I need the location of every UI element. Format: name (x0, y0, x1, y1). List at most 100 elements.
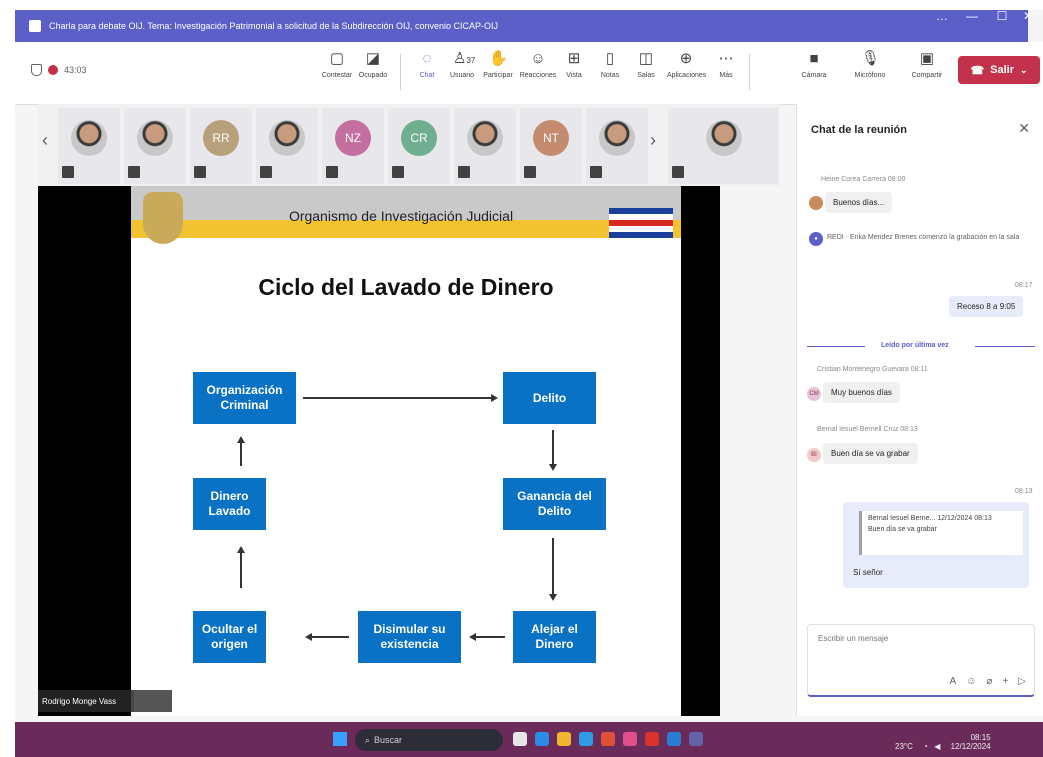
chat-panel: Chat de la reunión ✕ Heine Corea Carrera… (796, 104, 1043, 716)
people-button[interactable]: ♙37 Usuario (443, 50, 481, 79)
view-icon: ⊞ (567, 50, 581, 67)
close-window-button[interactable]: ✕ (1013, 0, 1043, 32)
quote-author: Bernal Iesuel Berne... 12/12/2024 08:13 (868, 515, 992, 522)
view-button[interactable]: ⊞ Vista (555, 50, 593, 79)
box-alejar-el-dinero: Alejar el Dinero (513, 611, 596, 663)
participant-tile[interactable] (668, 108, 778, 184)
participant-tile[interactable]: NT (520, 108, 582, 184)
file-explorer-icon[interactable] (557, 732, 571, 746)
participant-tile[interactable] (454, 108, 516, 184)
share-button[interactable]: ▣ Compartir (905, 50, 949, 79)
arrow-line (552, 538, 554, 596)
quoted-message: Bernal Iesuel Berne... 12/12/2024 08:13 … (859, 511, 1023, 555)
message-meta: Bernal Iesuel Bernell Cruz 08:13 (817, 426, 918, 433)
message-meta: Heine Corea Carrera 08:00 (821, 176, 906, 183)
people-icon: ♙37 (453, 50, 476, 67)
teams-app-icon (29, 20, 41, 32)
format-icon[interactable]: A (950, 676, 957, 687)
arrow-line (240, 442, 242, 466)
outlook-icon[interactable] (667, 732, 681, 746)
copilot-button[interactable]: ◪ Ocupado (354, 50, 392, 79)
window-title: Charla para debate OIJ. Tema: Investigac… (49, 21, 499, 31)
toolbar-separator (400, 54, 401, 90)
chat-message: Buen día se va grabar (823, 443, 918, 464)
participant-tile[interactable] (256, 108, 318, 184)
chat-button[interactable]: ◌ Chat (408, 50, 446, 79)
leave-button[interactable]: ☎ Salir ⌄ (958, 56, 1040, 84)
box-organizacion-criminal: Organización Criminal (193, 372, 296, 424)
reactions-button[interactable]: ☺ Reacciones (519, 50, 557, 79)
raise-hand-button[interactable]: ✋ Participar (479, 50, 517, 79)
compose-actions: A ☺ ⌀ + ▷ (950, 676, 1026, 687)
rooms-button[interactable]: ◫ Salas (627, 50, 665, 79)
slide-title: Ciclo del Lavado de Dinero (258, 274, 554, 300)
muted-mic-icon (392, 166, 404, 178)
title-bar: Charla para debate OIJ. Tema: Investigac… (15, 10, 1028, 42)
meeting-timer: 43:03 (64, 65, 87, 75)
participant-tile[interactable]: CR (388, 108, 450, 184)
mic-button[interactable]: 🎙 Micrófono (847, 50, 893, 79)
send-icon[interactable]: ▷ (1018, 676, 1026, 687)
box-disimular-su-existencia: Disimular su existencia (358, 611, 461, 663)
teams-icon[interactable] (689, 732, 703, 746)
taskbar-search[interactable]: ⌕ Buscar (355, 729, 503, 751)
store-icon[interactable] (579, 732, 593, 746)
shield-icon (31, 64, 42, 76)
participant-tile[interactable] (586, 108, 648, 184)
wifi-icon[interactable]: ◔ (923, 742, 928, 751)
attach-icon[interactable]: ⌀ (986, 676, 992, 687)
volume-icon[interactable]: ◀ (934, 742, 940, 751)
app-icon[interactable] (623, 732, 637, 746)
slide-header: Organismo de Investigación Judicial (131, 186, 681, 244)
copilot-icon: ◪ (365, 50, 381, 67)
minimize-button[interactable]: — (955, 0, 989, 32)
muted-mic-icon (194, 166, 206, 178)
participant-tile[interactable] (58, 108, 120, 184)
phone-icon: ☎ (970, 64, 985, 77)
task-view-icon[interactable] (513, 732, 527, 746)
participant-tile[interactable]: NZ (322, 108, 384, 184)
share-icon: ▣ (919, 50, 935, 67)
plus-icon[interactable]: + (1002, 676, 1008, 687)
oij-badge-logo (143, 192, 183, 244)
emoji-icon[interactable]: ☺ (966, 676, 976, 687)
participant-tile[interactable] (124, 108, 186, 184)
clock[interactable]: 08:15 12/12/2024 (951, 733, 991, 752)
muted-mic-icon (326, 166, 338, 178)
recording-icon (48, 65, 58, 75)
message-input[interactable] (816, 633, 1020, 644)
participant-tile[interactable]: RR (190, 108, 252, 184)
camera-icon: ■ (809, 50, 819, 67)
close-icon[interactable]: ✕ (1018, 120, 1030, 137)
compose-box[interactable]: A ☺ ⌀ + ▷ (807, 624, 1035, 697)
apps-button[interactable]: ⊕ Aplicaciones (667, 50, 706, 79)
more-window-button[interactable]: … (925, 0, 959, 32)
meeting-status: 43:03 (31, 64, 87, 76)
divider (975, 346, 1035, 347)
presenter-controls[interactable] (134, 690, 172, 712)
notes-icon: ▯ (605, 50, 615, 67)
camera-button[interactable]: ■ Cámara (795, 50, 833, 79)
chat-message: Muy buenos días (823, 382, 900, 403)
arrow-line (240, 552, 242, 588)
chevron-right-icon[interactable]: › (650, 130, 656, 151)
box-delito: Delito (503, 372, 596, 424)
acrobat-icon[interactable] (645, 732, 659, 746)
arrow-head-left (305, 633, 312, 641)
message-meta: Cristian Montenegro Guevara 08:11 (817, 366, 928, 373)
chrome-icon[interactable] (601, 732, 615, 746)
chat-message: Sí señor (853, 568, 883, 577)
windows-taskbar: ⌕ Buscar 23°C ◔ ◀ 08:15 12/12/2024 (15, 722, 1043, 757)
chevron-left-icon[interactable]: ‹ (42, 130, 48, 151)
captions-button[interactable]: ▢ Contestar (318, 50, 356, 79)
box-ocultar-el-origen: Ocultar el origen (193, 611, 266, 663)
notes-button[interactable]: ▯ Notas (591, 50, 629, 79)
muted-mic-icon (672, 166, 684, 178)
weather-text: 23°C (895, 741, 913, 751)
more-button[interactable]: ⋯ Más (707, 50, 745, 79)
edge-icon[interactable] (535, 732, 549, 746)
arrow-line (552, 430, 554, 466)
more-icon: ⋯ (718, 50, 734, 67)
windows-start-icon[interactable] (333, 732, 347, 746)
avatar (71, 120, 107, 156)
